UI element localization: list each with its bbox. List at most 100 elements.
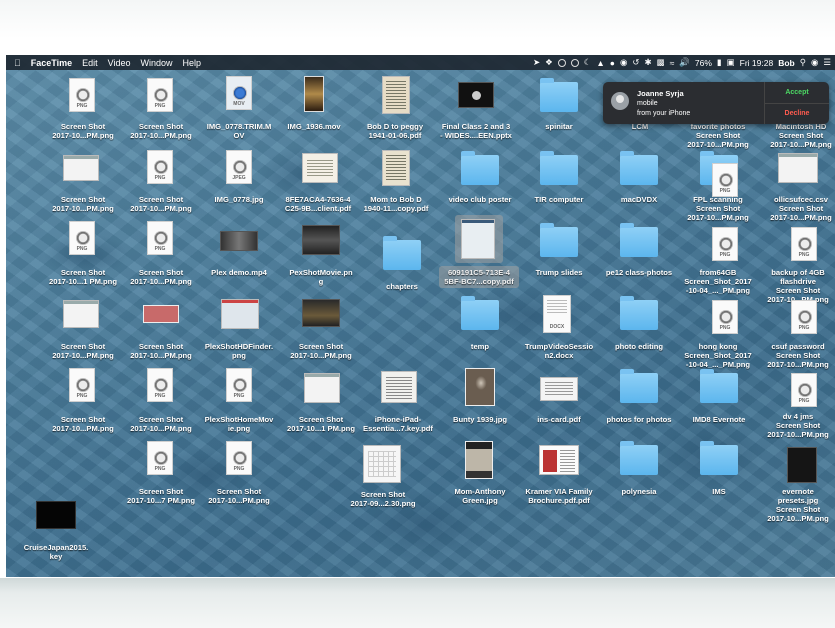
jpeg-file-icon[interactable]: JPEG (226, 150, 252, 184)
pdf-thumbnail[interactable] (461, 219, 495, 259)
file-label[interactable]: CruiseJapan2015. key (16, 543, 96, 561)
file-label[interactable]: Screen Shot 2017-10...PM.png (121, 195, 201, 213)
bluetooth-icon[interactable]: ✱ (644, 57, 651, 68)
screenshot-thumbnail[interactable] (302, 225, 340, 255)
file-label[interactable]: IMG_1936.mov (274, 122, 354, 131)
accept-button[interactable]: Accept (765, 82, 829, 104)
battery-percent[interactable]: 76% (695, 58, 712, 68)
file-label[interactable]: FPL scanning Screen Shot 2017-10...PM.png (678, 195, 758, 222)
chat-icon[interactable]: ● (610, 58, 615, 68)
dropbox-icon[interactable]: ❖ (545, 57, 553, 68)
file-label[interactable]: Screen Shot 2017-10...PM.png (121, 342, 201, 360)
png-file-icon[interactable]: PNG (712, 227, 738, 261)
file-label[interactable]: Screen Shot 2017-10...1 PM.png (43, 268, 123, 286)
menu-window[interactable]: Window (140, 58, 172, 68)
folder-label[interactable]: photos for photos (599, 415, 679, 424)
folder-label[interactable]: IMS (679, 487, 759, 496)
user-name[interactable]: Bob (778, 58, 795, 68)
file-label[interactable]: Bob D to peggy 1941-01-06.pdf (355, 122, 435, 140)
folder-icon[interactable] (620, 223, 658, 257)
screenshot-thumbnail[interactable] (221, 299, 259, 329)
png-file-icon[interactable]: PNG (69, 78, 95, 112)
file-label[interactable]: ollicsufcec.csv Screen Shot 2017-10...PM.p… (761, 195, 835, 222)
pdf-letter-thumbnail[interactable] (382, 150, 410, 186)
file-label[interactable]: Screen Shot 2017-10...PM.png (199, 487, 279, 505)
folder-icon[interactable] (461, 151, 499, 185)
mov-file-icon[interactable]: MOV (226, 76, 252, 110)
file-label[interactable]: IMG_0778.jpg (199, 195, 279, 204)
folder-label[interactable]: polynesia (599, 487, 679, 496)
file-label[interactable]: PlexShotHomeMov ie.png (199, 415, 279, 433)
photo-thumbnail[interactable] (465, 368, 495, 406)
screenshot-thumbnail[interactable] (63, 300, 99, 328)
folder-label[interactable]: pe12 class-photos (599, 268, 679, 277)
folder-icon[interactable] (620, 441, 658, 475)
png-file-icon[interactable]: PNG (791, 227, 817, 261)
spotlight-search-icon[interactable]: ⚲ (800, 57, 806, 68)
status-circle-icon[interactable] (557, 58, 566, 67)
folder-label[interactable]: IMD8 Evernote (679, 415, 759, 424)
png-file-icon[interactable]: PNG (712, 300, 738, 334)
file-label[interactable]: Screen Shot 2017-10...PM.png (43, 415, 123, 433)
file-label[interactable]: IMG_0778.TRIM.M OV (199, 122, 279, 140)
file-label[interactable]: PexShotMovie.pn g (281, 268, 361, 286)
csv-thumbnail[interactable] (778, 153, 818, 183)
png-file-icon[interactable]: PNG (226, 441, 252, 475)
display-icon[interactable]: ▣ (727, 57, 735, 68)
folder-label[interactable]: temp (440, 342, 520, 351)
video-thumbnail[interactable] (304, 76, 324, 112)
file-label[interactable]: Screen Shot 2017-10...PM.png (43, 122, 123, 140)
folder-label[interactable]: video club poster (440, 195, 520, 204)
png-file-icon[interactable]: PNG (226, 368, 252, 402)
folder-label[interactable]: TIR computer (519, 195, 599, 204)
drive-icon[interactable]: ▲ (596, 58, 604, 68)
pdf-thumbnail[interactable] (540, 377, 578, 401)
file-label[interactable]: csuf password Screen Shot 2017-10...PM.png (758, 342, 835, 369)
file-label[interactable]: from64GB Screen_Shot_2017 -10-04_..._PM.pn… (678, 268, 758, 295)
file-label[interactable]: Screen Shot 2017-10...PM.png (43, 342, 123, 360)
screenshot-thumbnail[interactable] (304, 373, 340, 403)
siri-icon[interactable]: ◉ (811, 57, 818, 68)
file-label[interactable]: favorite photos Screen Shot 2017-10...PM.p… (678, 122, 758, 149)
file-label[interactable]: Screen Shot 2017-10...PM.png (43, 195, 123, 213)
keyboard-icon[interactable]: ▩ (657, 57, 665, 68)
file-label[interactable]: Screen Shot 2017-10...7 PM.png (121, 487, 201, 505)
file-label[interactable]: evernote presets.jpg Screen Shot 2017-10...… (758, 487, 835, 523)
folder-icon[interactable] (461, 296, 499, 330)
file-label[interactable]: Screen Shot 2017-10...1 PM.png (281, 415, 361, 433)
file-label[interactable]: Bunty 1939.jpg (440, 415, 520, 424)
file-label[interactable]: backup of 4GBflashdriveScreen Shot2017-1… (758, 268, 835, 304)
file-label[interactable]: ins-card.pdf (519, 415, 599, 424)
status-circle-icon-2[interactable] (570, 58, 579, 67)
screenshot-thumbnail[interactable] (143, 305, 179, 323)
file-label[interactable]: Plex demo.mp4 (199, 268, 279, 277)
menu-video[interactable]: Video (108, 58, 131, 68)
video-thumbnail[interactable] (220, 231, 258, 251)
file-label[interactable]: Screen Shot 2017-09...2.30.png (343, 490, 423, 508)
file-label[interactable]: Screen Shot 2017-10...PM.png (121, 122, 201, 140)
folder-icon[interactable] (540, 78, 578, 112)
pdf-thumbnail[interactable] (381, 371, 417, 403)
pdf-thumbnail[interactable] (539, 445, 579, 475)
screenshot-thumbnail[interactable] (63, 155, 99, 181)
pdf-letter-thumbnail[interactable] (382, 76, 410, 114)
eye-icon[interactable]: ◉ (620, 57, 627, 68)
wifi-icon[interactable]: ≈ (670, 58, 675, 68)
file-label[interactable]: TrumpVideoSessio n2.docx (519, 342, 599, 360)
folder-label[interactable]: spinitar (519, 122, 599, 131)
jpeg-thumbnail[interactable] (787, 447, 817, 483)
file-label[interactable]: 8FE7ACA4-7636-4 C25-9B...client.pdf (278, 195, 358, 213)
apple-menu-icon[interactable]:  (14, 58, 21, 68)
png-file-icon[interactable]: PNG (69, 368, 95, 402)
png-file-icon[interactable]: PNG (147, 441, 173, 475)
file-label-selected[interactable]: 609191C5-713E-4 5BF-BC7...copy.pdf (439, 268, 519, 286)
folder-label[interactable]: Trump slides (519, 268, 599, 277)
file-label[interactable]: hong kong Screen_Shot_2017 -10-04_..._PM.p… (678, 342, 758, 369)
folder-icon[interactable] (700, 441, 738, 475)
file-label[interactable]: iPhone-iPad- Essentia...7.key.pdf (358, 415, 438, 433)
pptx-thumbnail[interactable] (458, 82, 494, 108)
png-file-icon[interactable]: PNG (69, 221, 95, 255)
folder-icon[interactable] (383, 236, 421, 270)
decline-button[interactable]: Decline (765, 103, 829, 124)
menu-app-name[interactable]: FaceTime (31, 58, 72, 68)
